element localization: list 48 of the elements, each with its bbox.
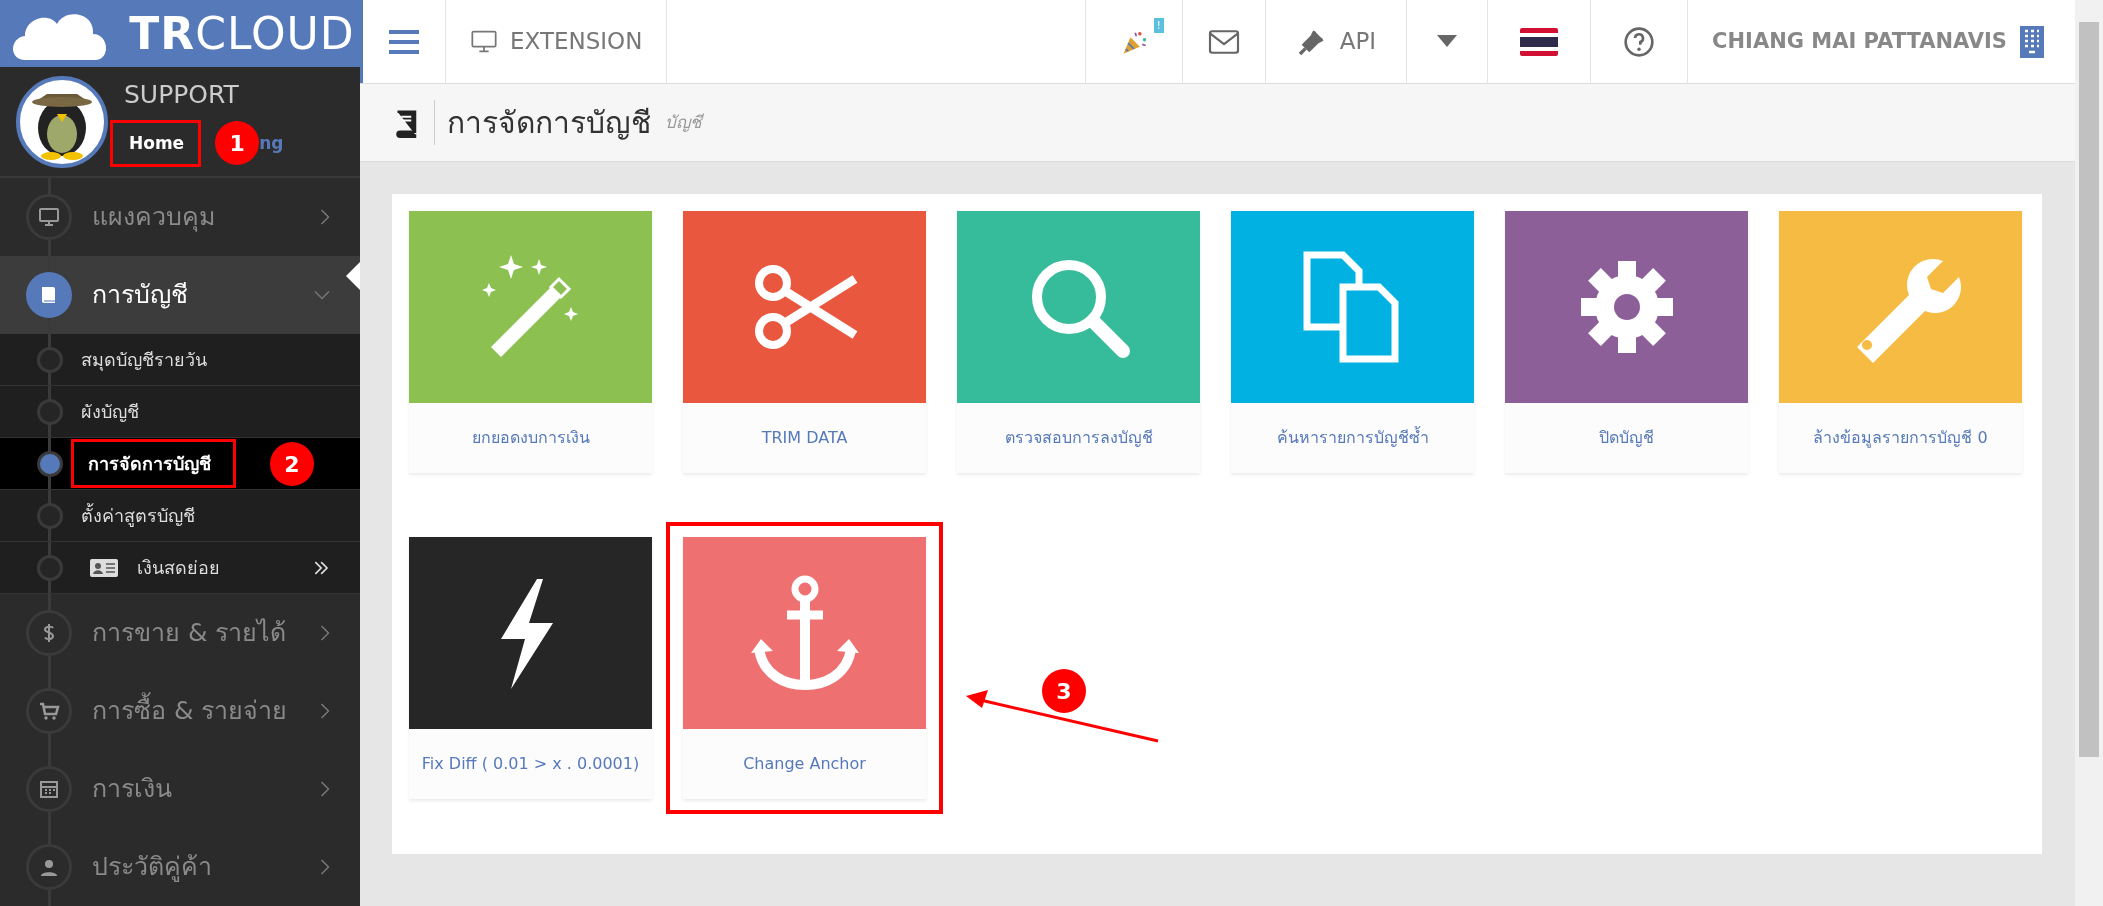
tile-button[interactable]: TRIM DATA [683,211,926,473]
chevron-right-icon [320,781,330,797]
page-title: การจัดการบัญชี [434,100,651,145]
menu-item[interactable]: การบัญชี [0,256,360,334]
logo[interactable]: TRCLOUD [0,0,360,68]
home-link[interactable]: Home [129,132,185,153]
submenu-item[interactable]: สมุดบัญชีรายวัน [0,334,360,386]
monitor-icon [37,205,61,229]
logo-text: TRCLOUD [129,6,355,61]
building-icon [2019,24,2045,59]
submenu-item[interactable]: ตั้งค่าสูตรบัญชี [0,490,360,542]
menu-item[interactable]: แผงควบคุม [0,178,360,256]
tile-button[interactable]: Fix Diff ( 0.01 > x . 0.0001) [409,537,652,799]
chevron-right-icon [320,209,330,225]
id-card-icon [89,556,119,579]
user-link[interactable]: ng [259,130,284,157]
flag-icon [1520,27,1559,56]
tile-button[interactable]: ยกยอดงบการเงิน [409,211,652,473]
pointer-icon [346,262,360,290]
highlight-frame: การจัดการบัญชี [71,439,236,488]
scrollbar[interactable] [2075,0,2103,906]
chevron-down-icon [314,290,330,300]
tile-button[interactable]: ล้างข้อมูลรายการบัญชี 0 [1779,211,2022,473]
scrollbar-thumb[interactable] [2079,22,2099,757]
tile-button[interactable]: Change Anchor [683,537,926,799]
mail-icon [1206,27,1241,56]
page-subtitle: บัญชี [665,110,702,134]
submenu-item[interactable]: เงินสดย่อย [0,542,360,594]
menu-item[interactable]: การซื้อ & รายจ่าย [0,672,360,750]
callout-badge: 3 [1042,669,1086,713]
caret-icon [1437,34,1458,49]
menu-item[interactable]: ประวัติคู่ค้า [0,828,360,906]
chevron-right-icon [320,859,330,875]
callout-badge: 1 [215,121,260,166]
help-icon [1623,25,1656,58]
chevron-right-icon [320,703,330,719]
menu-item[interactable]: การขาย & รายได้ [0,594,360,672]
user-name: SUPPORT [124,79,240,112]
tile-button[interactable]: ค้นหารายการบัญชีซ้ำ [1231,211,1474,473]
submenu-item[interactable]: การจัดการบัญชี 2 [0,438,360,490]
tile-button[interactable]: ปิดบัญชี [1505,211,1748,473]
callout-badge: 2 [270,442,314,486]
menu-item[interactable]: การเงิน [0,750,360,828]
submenu-item[interactable]: ผังบัญชี [0,386,360,438]
chevron-right-icon [320,625,330,641]
tile-button[interactable]: ตรวจสอบการลงบัญชี [957,211,1200,473]
notification-badge: ! [1153,18,1164,33]
menu-button[interactable] [360,0,446,83]
